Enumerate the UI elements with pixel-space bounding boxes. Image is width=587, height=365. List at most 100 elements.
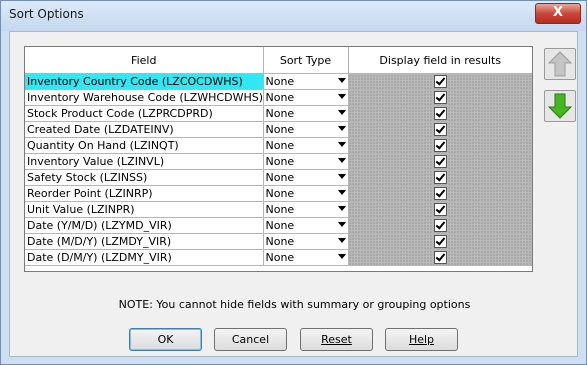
table-header-row: Field Sort Type Display field in results — [25, 47, 532, 74]
field-name-cell[interactable]: Date (M/D/Y) (LZMDY_VIR) — [25, 233, 264, 250]
dropdown-arrow-icon[interactable] — [337, 78, 346, 83]
help-button[interactable]: Help — [385, 328, 458, 351]
reset-button[interactable]: Reset — [300, 328, 373, 351]
display-field-cell — [348, 153, 532, 170]
display-field-checkbox[interactable] — [433, 90, 447, 104]
table-row[interactable]: Created Date (LZDATEINV) None — [25, 121, 532, 138]
window-title: Sort Options — [9, 7, 84, 21]
display-field-cell — [348, 217, 532, 234]
table-row[interactable]: Quantity On Hand (LZINQT) None — [25, 137, 532, 154]
dropdown-arrow-icon[interactable] — [337, 158, 346, 163]
display-field-checkbox[interactable] — [433, 138, 447, 152]
display-field-checkbox[interactable] — [433, 250, 447, 264]
dropdown-arrow-icon[interactable] — [337, 110, 346, 115]
table-row[interactable]: Stock Product Code (LZPRCDPRD) None — [25, 105, 532, 122]
dropdown-arrow-icon[interactable] — [337, 254, 346, 259]
field-name-cell[interactable]: Date (Y/M/D) (LZYMD_VIR) — [25, 217, 264, 234]
dropdown-arrow-icon[interactable] — [337, 142, 346, 147]
sort-type-dropdown[interactable]: None — [263, 137, 349, 154]
sort-type-dropdown[interactable]: None — [263, 169, 349, 186]
display-field-checkbox[interactable] — [433, 74, 447, 88]
field-name-cell[interactable]: Unit Value (LZINPR) — [25, 201, 264, 218]
sort-fields-table: Field Sort Type Display field in results… — [24, 46, 533, 272]
sort-type-dropdown[interactable]: None — [263, 73, 349, 90]
display-field-cell — [348, 89, 532, 106]
display-field-checkbox[interactable] — [433, 154, 447, 168]
table-row[interactable]: Date (M/D/Y) (LZMDY_VIR) None — [25, 233, 532, 250]
sort-type-dropdown[interactable]: None — [263, 249, 349, 266]
column-header-sort-type: Sort Type — [263, 47, 349, 74]
table-row[interactable]: Reorder Point (LZINRP) None — [25, 185, 532, 202]
sort-type-dropdown[interactable]: None — [263, 121, 349, 138]
sort-type-value: None — [265, 219, 295, 232]
display-field-checkbox[interactable] — [433, 170, 447, 184]
table-row[interactable]: Inventory Value (LZINVL) None — [25, 153, 532, 170]
sort-type-value: None — [265, 251, 295, 264]
table-row[interactable]: Date (Y/M/D) (LZYMD_VIR) None — [25, 217, 532, 234]
close-icon: X — [552, 5, 564, 20]
reset-label: Reset — [321, 333, 352, 346]
field-name-cell[interactable]: Stock Product Code (LZPRCDPRD) — [25, 105, 264, 122]
table-row[interactable]: Inventory Country Code (LZCOCDWHS) None — [25, 73, 532, 90]
close-button[interactable]: X — [535, 3, 581, 24]
field-name-cell[interactable]: Inventory Country Code (LZCOCDWHS) — [25, 73, 264, 90]
sort-type-dropdown[interactable]: None — [263, 153, 349, 170]
sort-type-value: None — [265, 155, 295, 168]
dropdown-arrow-icon[interactable] — [337, 94, 346, 99]
table-row[interactable]: Date (D/M/Y) (LZDMY_VIR) None — [25, 249, 532, 266]
dropdown-arrow-icon[interactable] — [337, 222, 346, 227]
move-up-button[interactable] — [544, 48, 576, 80]
field-name-cell[interactable]: Inventory Value (LZINVL) — [25, 153, 264, 170]
sort-type-dropdown[interactable]: None — [263, 89, 349, 106]
column-header-field: Field — [25, 47, 264, 74]
field-name-cell[interactable]: Created Date (LZDATEINV) — [25, 121, 264, 138]
dropdown-arrow-icon[interactable] — [337, 238, 346, 243]
sort-type-value: None — [265, 171, 295, 184]
table-row[interactable]: Safety Stock (LZINSS) None — [25, 169, 532, 186]
sort-type-value: None — [265, 91, 295, 104]
dropdown-arrow-icon[interactable] — [337, 206, 346, 211]
sort-type-dropdown[interactable]: None — [263, 217, 349, 234]
display-field-checkbox[interactable] — [433, 106, 447, 120]
sort-type-dropdown[interactable]: None — [263, 201, 349, 218]
ok-button[interactable]: OK — [129, 328, 202, 351]
display-field-checkbox[interactable] — [433, 122, 447, 136]
dialog-body: Field Sort Type Display field in results… — [9, 31, 578, 357]
sort-type-value: None — [265, 203, 295, 216]
table-row[interactable]: Inventory Warehouse Code (LZWHCDWHS) None — [25, 89, 532, 106]
sort-type-dropdown[interactable]: None — [263, 185, 349, 202]
cancel-button[interactable]: Cancel — [214, 328, 287, 351]
sort-type-value: None — [265, 139, 295, 152]
display-field-cell — [348, 233, 532, 250]
help-label: Help — [408, 333, 435, 346]
field-name-cell[interactable]: Date (D/M/Y) (LZDMY_VIR) — [25, 249, 264, 266]
display-field-cell — [348, 73, 532, 90]
column-header-display: Display field in results — [348, 47, 532, 74]
display-field-cell — [348, 185, 532, 202]
display-field-cell — [348, 121, 532, 138]
field-name-cell[interactable]: Quantity On Hand (LZINQT) — [25, 137, 264, 154]
field-name-cell[interactable]: Safety Stock (LZINSS) — [25, 169, 264, 186]
display-field-checkbox[interactable] — [433, 218, 447, 232]
dropdown-arrow-icon[interactable] — [337, 126, 346, 131]
arrow-up-icon — [547, 51, 573, 77]
arrow-down-icon — [547, 93, 573, 119]
field-name-cell[interactable]: Reorder Point (LZINRP) — [25, 185, 264, 202]
dropdown-arrow-icon[interactable] — [337, 190, 346, 195]
sort-type-value: None — [265, 187, 295, 200]
display-field-checkbox[interactable] — [433, 186, 447, 200]
display-field-checkbox[interactable] — [433, 202, 447, 216]
note-text: NOTE: You cannot hide fields with summar… — [118, 298, 471, 311]
sort-type-value: None — [265, 123, 295, 136]
sort-type-dropdown[interactable]: None — [263, 105, 349, 122]
display-field-cell — [348, 105, 532, 122]
field-name-cell[interactable]: Inventory Warehouse Code (LZWHCDWHS) — [25, 89, 264, 106]
title-bar: Sort Options X — [1, 1, 586, 31]
display-field-cell — [348, 201, 532, 218]
table-row[interactable]: Unit Value (LZINPR) None — [25, 201, 532, 218]
sort-type-dropdown[interactable]: None — [263, 233, 349, 250]
move-down-button[interactable] — [544, 90, 576, 122]
sort-type-value: None — [265, 235, 295, 248]
display-field-checkbox[interactable] — [433, 234, 447, 248]
dropdown-arrow-icon[interactable] — [337, 174, 346, 179]
